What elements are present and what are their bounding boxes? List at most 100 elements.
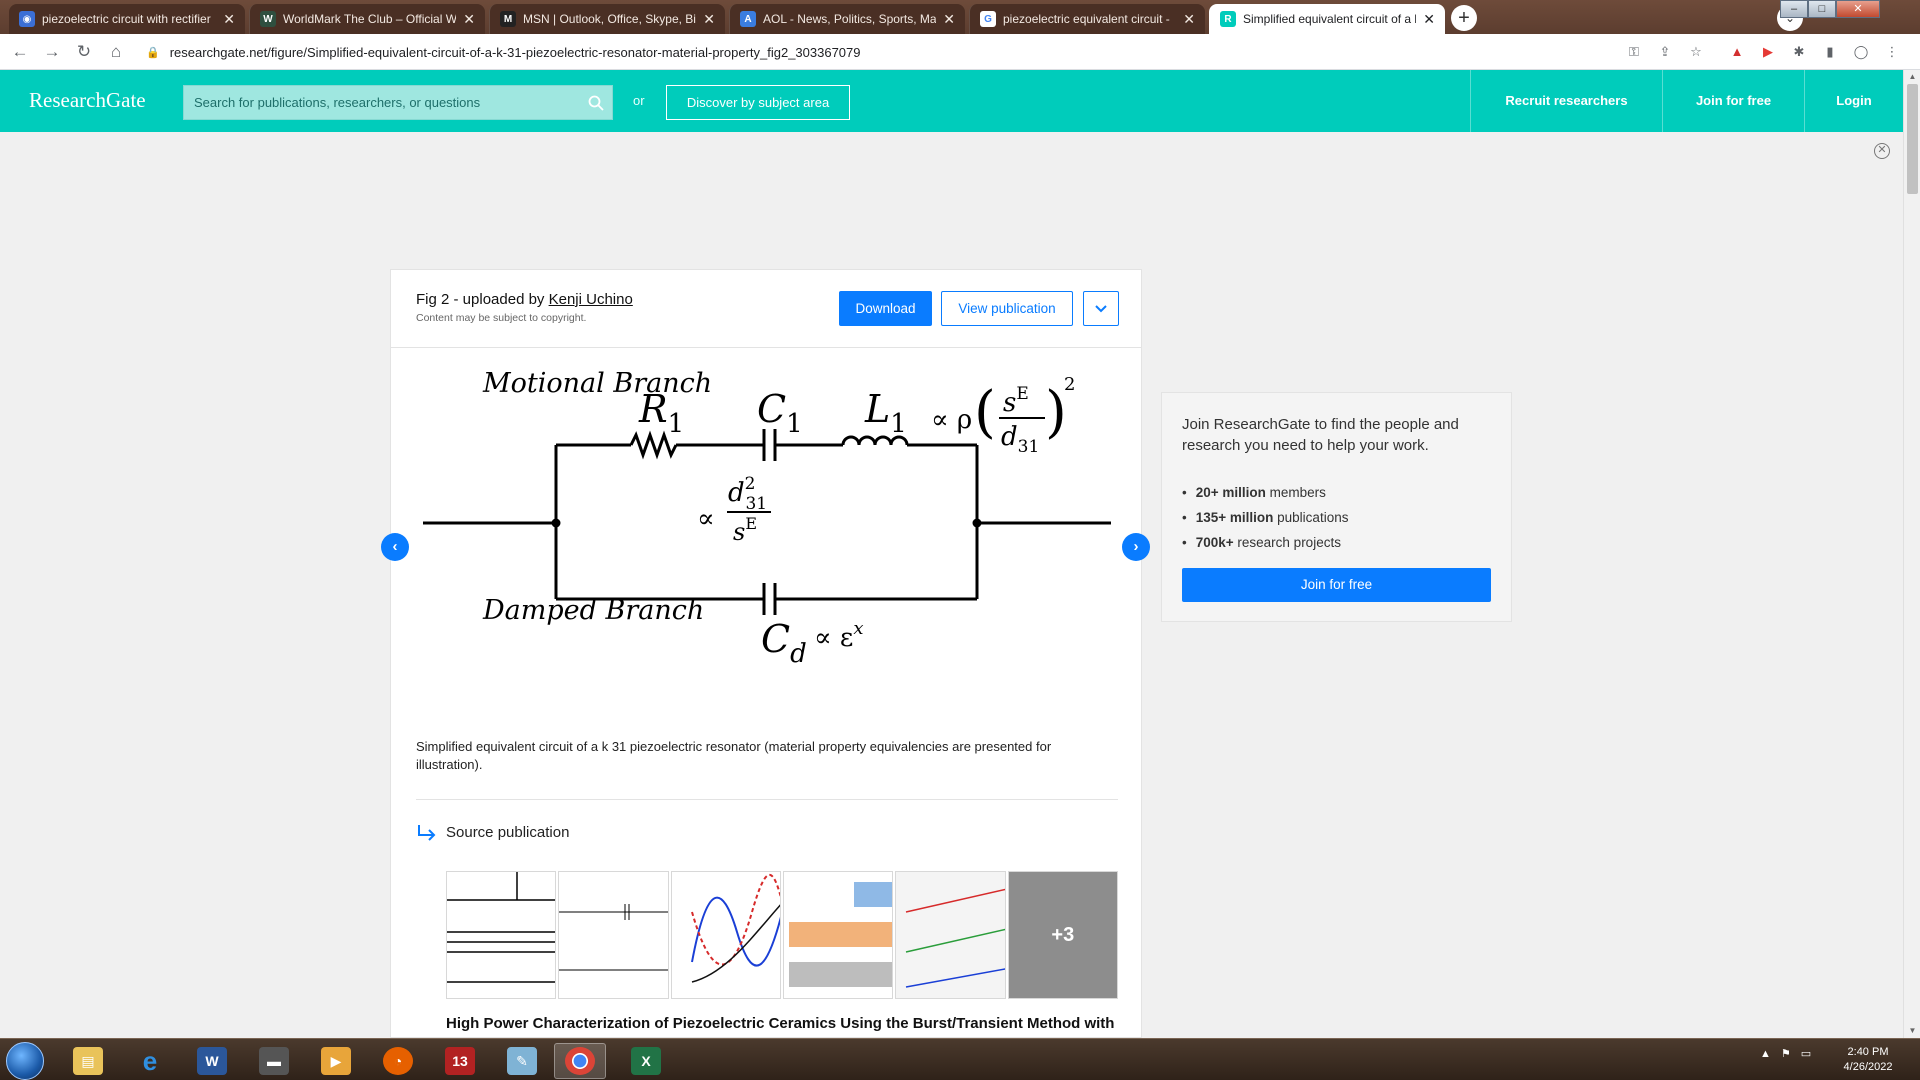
researchgate-icon: R: [1220, 11, 1236, 27]
thumbnail-equivalent-circuit[interactable]: [558, 871, 669, 999]
thumbnail-image: [447, 872, 556, 983]
recruit-researchers-link[interactable]: Recruit researchers: [1470, 70, 1662, 132]
thumbnail-data-plot[interactable]: [895, 871, 1006, 999]
close-tab-icon[interactable]: ✕: [463, 11, 475, 28]
aol-icon: A: [740, 11, 756, 27]
window-close-icon[interactable]: ✕: [1836, 0, 1880, 18]
figure-title: Fig 2 - uploaded by Kenji Uchino: [416, 291, 633, 308]
circuit-svg: Motional Branch Damped Branch R1 C1 L1 ∝…: [423, 368, 1111, 669]
firefox-icon[interactable]: ◔: [372, 1043, 424, 1079]
l1-exponent: 2: [1064, 374, 1075, 395]
login-link[interactable]: Login: [1804, 70, 1903, 132]
new-tab-button[interactable]: +: [1451, 5, 1477, 31]
calendar-icon[interactable]: 13: [434, 1043, 486, 1079]
l1-numerator: sE: [1003, 384, 1029, 418]
share-icon[interactable]: ⇪: [1655, 42, 1675, 62]
figure-header: Fig 2 - uploaded by Kenji Uchino Content…: [391, 270, 1141, 348]
browser-tab[interactable]: G piezoelectric equivalent circuit - ✕: [969, 4, 1205, 34]
page-scrollbar[interactable]: ▲ ▼: [1903, 70, 1920, 1038]
internet-explorer-icon[interactable]: e: [124, 1043, 176, 1079]
word-icon[interactable]: W: [186, 1043, 238, 1079]
close-tab-icon[interactable]: ✕: [223, 11, 235, 28]
join-link[interactable]: Join for free: [1662, 70, 1804, 132]
view-publication-button[interactable]: View publication: [941, 291, 1073, 326]
l1-label: L1: [864, 387, 907, 439]
clock-date: 4/26/2022: [1843, 1061, 1893, 1073]
l1-proportional: ∝ ρ: [931, 405, 972, 435]
clock[interactable]: 2:40 PM 4/26/2022: [1828, 1045, 1908, 1075]
close-tab-icon[interactable]: ✕: [703, 11, 715, 28]
browser-tab[interactable]: M MSN | Outlook, Office, Skype, Bin ✕: [489, 4, 725, 34]
search-icon[interactable]: [588, 95, 604, 111]
address-bar[interactable]: 🔒 researchgate.net/figure/Simplified-equ…: [146, 39, 1876, 65]
notepad-icon[interactable]: ✎: [496, 1043, 548, 1079]
lock-icon: 🔒: [146, 46, 160, 59]
back-icon[interactable]: ←: [8, 40, 32, 64]
chrome-icon[interactable]: [554, 1043, 606, 1079]
thumbnail-image: [788, 882, 893, 987]
thumbnail-image: [559, 904, 668, 971]
windows-taskbar: ▤ e W ▬ ▶ ◔ 13 ✎ X ▲ ⚑ ▭ 2:40 PM 4/26/20…: [0, 1038, 1920, 1080]
msn-icon: M: [500, 11, 516, 27]
key-icon[interactable]: ⚿: [1624, 42, 1644, 62]
browser-tab[interactable]: A AOL - News, Politics, Sports, Mai ✕: [729, 4, 965, 34]
return-arrow-icon: [418, 825, 436, 841]
cd-proportional: ∝ εx: [814, 618, 864, 653]
forward-icon[interactable]: →: [40, 40, 64, 64]
cd-label: Cd: [761, 617, 807, 669]
close-tab-icon[interactable]: ✕: [1183, 11, 1195, 28]
close-icon[interactable]: ✕: [1874, 143, 1890, 159]
media-player-icon[interactable]: ▶: [310, 1043, 362, 1079]
action-center-icon[interactable]: ⚑: [1781, 1047, 1791, 1060]
sidepanel-icon[interactable]: ▮: [1820, 42, 1840, 62]
thumbnail-image: [896, 872, 1005, 998]
close-tab-icon[interactable]: ✕: [1423, 11, 1435, 28]
start-button[interactable]: [6, 1042, 44, 1080]
more-figures-count: +3: [1051, 923, 1075, 946]
stat-members: 20+ million members: [1182, 480, 1348, 505]
excel-icon[interactable]: X: [620, 1043, 672, 1079]
profile-icon[interactable]: ◯: [1851, 42, 1871, 62]
motional-branch-label: Motional Branch: [482, 368, 712, 399]
close-tab-icon[interactable]: ✕: [943, 11, 955, 28]
scroll-down-icon[interactable]: ▼: [1904, 1024, 1920, 1038]
explorer-icon[interactable]: ▤: [62, 1043, 114, 1079]
more-options-button[interactable]: [1083, 291, 1119, 326]
browser-tab-active[interactable]: R Simplified equivalent circuit of a k ✕: [1209, 4, 1445, 34]
previous-figure-button[interactable]: ‹: [381, 533, 409, 561]
site-header: ResearchGate Search for publications, re…: [0, 70, 1903, 132]
maximize-icon[interactable]: □: [1808, 0, 1836, 18]
extensions-icon[interactable]: ✱: [1789, 42, 1809, 62]
minimize-icon[interactable]: –: [1780, 0, 1808, 18]
thumbnail-more[interactable]: +3: [1007, 871, 1118, 999]
circuit-diagram: Motional Branch Damped Branch R1 C1 L1 ∝…: [391, 349, 1141, 729]
window-controls: – □ ✕: [1780, 0, 1880, 18]
browser-tab[interactable]: ◉ piezoelectric circuit with rectifier ✕: [9, 4, 245, 34]
search-input[interactable]: Search for publications, researchers, or…: [183, 85, 613, 120]
media-icon[interactable]: ▬: [248, 1043, 300, 1079]
download-button[interactable]: Download: [839, 291, 932, 326]
youtube-icon[interactable]: ▶: [1758, 42, 1778, 62]
thumbnail-circuit-setup[interactable]: [446, 871, 557, 999]
next-figure-button[interactable]: ›: [1122, 533, 1150, 561]
join-promo-panel: Join ResearchGate to find the people and…: [1161, 392, 1512, 622]
scroll-thumb[interactable]: [1907, 84, 1918, 194]
thumbnail-voltage-current[interactable]: [782, 871, 894, 999]
home-icon[interactable]: ⌂: [104, 40, 128, 64]
scroll-up-icon[interactable]: ▲: [1904, 70, 1920, 84]
star-icon[interactable]: ☆: [1686, 42, 1706, 62]
join-for-free-button[interactable]: Join for free: [1182, 568, 1491, 602]
l1-denominator: d31: [1001, 422, 1039, 457]
menu-icon[interactable]: ⋮: [1882, 42, 1902, 62]
reload-icon[interactable]: ↻: [72, 40, 96, 64]
stat-publications: 135+ million publications: [1182, 505, 1349, 530]
tray-expand-icon[interactable]: ▲: [1760, 1048, 1771, 1060]
discover-button[interactable]: Discover by subject area: [666, 85, 850, 120]
uploader-link[interactable]: Kenji Uchino: [549, 291, 633, 308]
network-icon[interactable]: ▭: [1801, 1047, 1811, 1060]
thumbnail-waveform-plot[interactable]: [670, 871, 781, 999]
acrobat-icon[interactable]: ▲: [1727, 42, 1747, 62]
publication-title-link[interactable]: High Power Characterization of Piezoelec…: [446, 1014, 1126, 1037]
researchgate-logo[interactable]: ResearchGate: [29, 88, 146, 113]
browser-tab[interactable]: W WorldMark The Club – Official W... ✕: [249, 4, 485, 34]
